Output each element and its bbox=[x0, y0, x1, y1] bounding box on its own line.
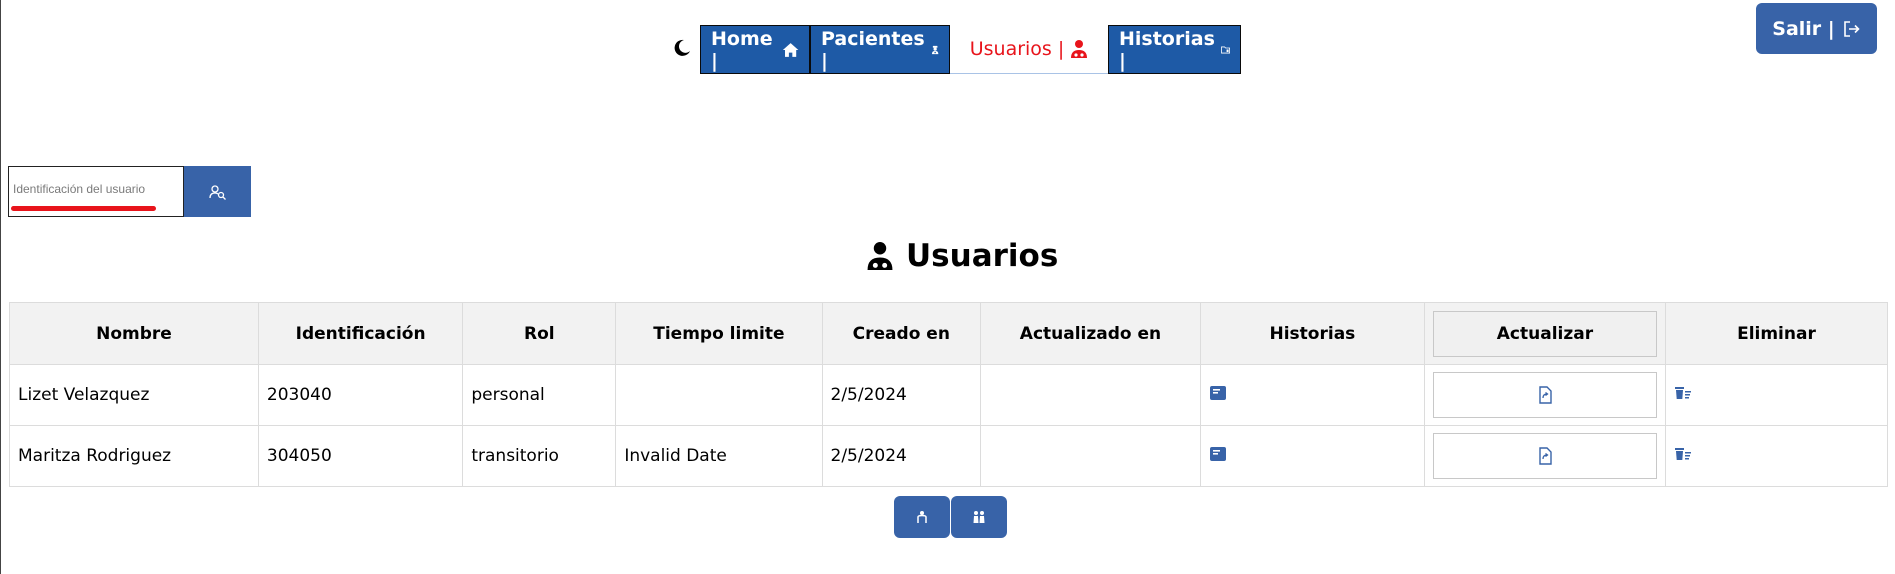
cell-actualizado-en bbox=[980, 364, 1201, 426]
user-search-icon bbox=[208, 184, 226, 200]
table-header-row: Nombre Identificación Rol Tiempo limite … bbox=[9, 302, 1889, 365]
nav-home-label: Home | bbox=[711, 27, 773, 72]
cell-rol: transitorio bbox=[462, 425, 617, 487]
file-update-icon bbox=[1539, 386, 1552, 404]
home-icon bbox=[782, 42, 799, 57]
page-title: Usuarios bbox=[866, 238, 1058, 274]
nav-home[interactable]: Home | bbox=[700, 25, 810, 74]
nav-pacientes-label: Pacientes | bbox=[821, 27, 925, 72]
update-button[interactable] bbox=[1432, 372, 1657, 418]
next-page-button[interactable] bbox=[951, 496, 1007, 538]
header-actualizar-label: Actualizar bbox=[1432, 310, 1657, 357]
window-edge bbox=[0, 0, 1, 574]
user-doctor-icon bbox=[867, 242, 893, 270]
table-row: Maritza Rodriguez 304050 transitorio Inv… bbox=[9, 425, 1889, 487]
header-historias: Historias bbox=[1199, 302, 1425, 365]
prev-users-icon bbox=[917, 511, 927, 523]
header-rol: Rol bbox=[462, 302, 617, 365]
cell-tiempo-limite bbox=[615, 364, 823, 426]
user-doctor-icon bbox=[1071, 40, 1088, 58]
cell-eliminar bbox=[1664, 425, 1889, 487]
cell-identificacion: 304050 bbox=[257, 425, 464, 487]
book-icon[interactable] bbox=[1209, 446, 1227, 462]
nav-historias[interactable]: Historias | bbox=[1108, 25, 1241, 74]
file-update-icon bbox=[1539, 447, 1552, 465]
trash-list-icon[interactable] bbox=[1674, 386, 1692, 400]
header-actualizado-en: Actualizado en bbox=[980, 302, 1201, 365]
cell-actualizado-en bbox=[980, 425, 1201, 487]
nav-usuarios-label: Usuarios | bbox=[969, 38, 1065, 60]
folder-icon bbox=[1220, 46, 1230, 53]
pagination bbox=[894, 496, 1007, 538]
trash-list-icon[interactable] bbox=[1674, 447, 1692, 461]
header-actualizar: Actualizar bbox=[1423, 302, 1666, 365]
header-creado-en: Creado en bbox=[821, 302, 982, 365]
logout-button[interactable]: Salir | bbox=[1756, 3, 1877, 54]
next-users-icon bbox=[973, 511, 985, 523]
table-row: Lizet Velazquez 203040 personal 2/5/2024 bbox=[9, 364, 1889, 426]
prev-page-button[interactable] bbox=[894, 496, 950, 538]
nav-pacientes[interactable]: Pacientes | bbox=[810, 25, 950, 74]
cell-historias bbox=[1199, 425, 1425, 487]
logout-label: Salir | bbox=[1772, 17, 1835, 40]
nav-historias-label: Historias | bbox=[1119, 27, 1215, 72]
moon-icon[interactable] bbox=[672, 38, 692, 58]
header-identificacion: Identificación bbox=[257, 302, 464, 365]
nav-usuarios[interactable]: Usuarios | bbox=[950, 25, 1108, 74]
update-button[interactable] bbox=[1432, 433, 1657, 479]
cell-eliminar bbox=[1664, 364, 1889, 426]
cell-tiempo-limite: Invalid Date bbox=[615, 425, 823, 487]
search-input-underline bbox=[11, 206, 156, 211]
page-title-text: Usuarios bbox=[906, 238, 1059, 274]
cell-creado-en: 2/5/2024 bbox=[821, 425, 982, 487]
header-eliminar: Eliminar bbox=[1664, 302, 1889, 365]
search-button[interactable] bbox=[184, 166, 251, 217]
cell-nombre: Maritza Rodriguez bbox=[9, 425, 259, 487]
sign-out-icon bbox=[1843, 20, 1860, 37]
cell-nombre: Lizet Velazquez bbox=[9, 364, 259, 426]
doctor-icon bbox=[931, 45, 939, 54]
main-nav: Home | Pacientes | Usuarios | Historias … bbox=[700, 25, 1241, 74]
cell-rol: personal bbox=[462, 364, 617, 426]
header-tiempo-limite: Tiempo limite bbox=[615, 302, 823, 365]
header-nombre: Nombre bbox=[9, 302, 259, 365]
users-table: Nombre Identificación Rol Tiempo limite … bbox=[9, 302, 1889, 487]
cell-creado-en: 2/5/2024 bbox=[821, 364, 982, 426]
cell-historias bbox=[1199, 364, 1425, 426]
cell-actualizar bbox=[1423, 425, 1666, 487]
book-icon[interactable] bbox=[1209, 385, 1227, 401]
cell-actualizar bbox=[1423, 364, 1666, 426]
cell-identificacion: 203040 bbox=[257, 364, 464, 426]
